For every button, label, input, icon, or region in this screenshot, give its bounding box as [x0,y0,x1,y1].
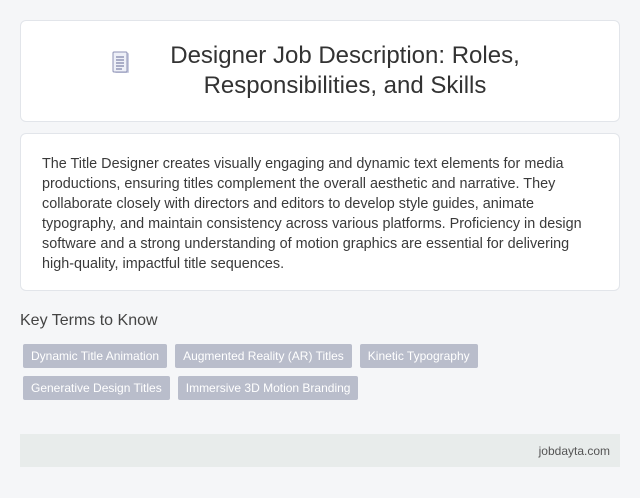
title-wrap: Designer Job Description: Roles, Respons… [105,41,535,101]
key-terms-tags: Dynamic Title Animation Augmented Realit… [23,344,603,400]
tag-generative-design-titles[interactable]: Generative Design Titles [23,376,170,400]
tag-immersive-3d-motion-branding[interactable]: Immersive 3D Motion Branding [177,376,359,400]
footer-source-link[interactable]: jobdayta.com [539,444,610,458]
description-text: The Title Designer creates visually enga… [42,156,582,272]
tag-dynamic-title-animation[interactable]: Dynamic Title Animation [23,344,168,368]
footer: jobdayta.com [20,434,620,467]
description-card: The Title Designer creates visually enga… [20,133,620,291]
page-title: Designer Job Description: Roles, Respons… [170,42,520,99]
document-icon [105,47,137,79]
tag-augmented-reality-titles[interactable]: Augmented Reality (AR) Titles [175,344,352,368]
tag-kinetic-typography[interactable]: Kinetic Typography [359,344,478,368]
key-terms-heading: Key Terms to Know [20,312,158,329]
title-card: Designer Job Description: Roles, Respons… [20,20,620,122]
